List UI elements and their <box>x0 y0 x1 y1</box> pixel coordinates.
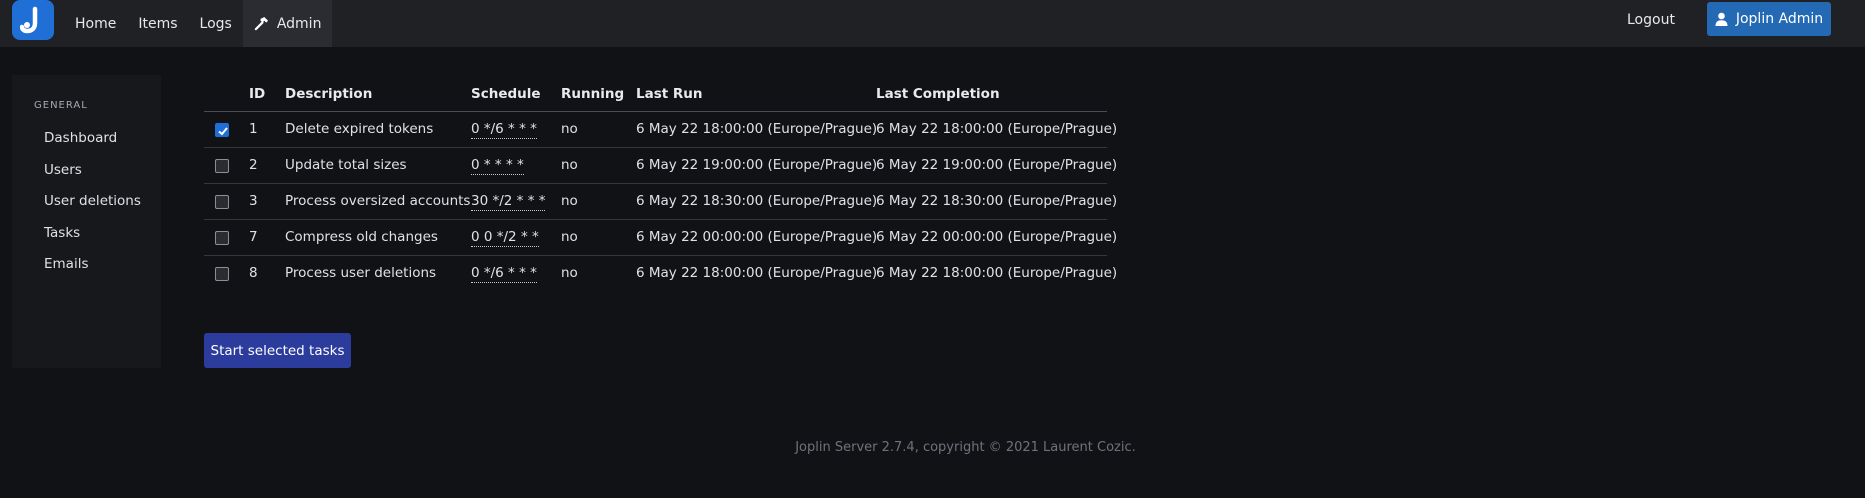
task-running: no <box>561 229 578 245</box>
nav-items-label: Items <box>138 15 178 32</box>
row-checkbox[interactable] <box>215 267 229 281</box>
task-description: Delete expired tokens <box>285 121 434 137</box>
user-profile-button[interactable]: Joplin Admin <box>1707 2 1831 36</box>
nav-home[interactable]: Home <box>64 0 127 47</box>
task-description: Process user deletions <box>285 265 437 281</box>
task-last-run: 6 May 22 19:00:00 (Europe/Prague) <box>636 157 878 173</box>
task-description: Compress old changes <box>285 229 438 245</box>
nav-logs-label: Logs <box>199 15 232 32</box>
task-id: 3 <box>249 193 258 209</box>
table-row: 7 Compress old changes 0 0 */2 * * no 6 … <box>204 220 1117 256</box>
task-last-completion: 6 May 22 19:00:00 (Europe/Prague) <box>876 157 1118 173</box>
task-last-run: 6 May 22 00:00:00 (Europe/Prague) <box>636 229 878 245</box>
task-last-run: 6 May 22 18:30:00 (Europe/Prague) <box>636 193 878 209</box>
task-id: 7 <box>249 229 258 245</box>
task-last-completion: 6 May 22 18:00:00 (Europe/Prague) <box>876 265 1118 281</box>
column-header-last-run: Last Run <box>636 86 703 102</box>
row-checkbox[interactable] <box>215 195 229 209</box>
top-navbar: Home Items Logs Admin Logout Joplin Admi… <box>0 0 1865 47</box>
hammer-icon <box>254 16 269 31</box>
task-running: no <box>561 157 578 173</box>
task-description: Process oversized accounts <box>285 193 471 209</box>
column-header-id: ID <box>249 86 266 102</box>
nav-admin-label: Admin <box>276 15 322 32</box>
nav-logs[interactable]: Logs <box>189 0 243 47</box>
admin-sidebar: GENERAL Dashboard Users User deletions T… <box>12 75 161 368</box>
task-id: 8 <box>249 265 258 281</box>
task-id: 2 <box>249 157 258 173</box>
row-checkbox[interactable] <box>215 231 229 245</box>
task-running: no <box>561 265 578 281</box>
task-schedule[interactable]: 30 */2 * * * <box>471 193 546 211</box>
nav-items[interactable]: Items <box>127 0 188 47</box>
task-schedule[interactable]: 0 * * * * <box>471 157 524 175</box>
task-running: no <box>561 193 578 209</box>
row-checkbox[interactable] <box>215 123 229 137</box>
nav-home-label: Home <box>75 15 117 32</box>
task-last-run: 6 May 22 18:00:00 (Europe/Prague) <box>636 121 878 137</box>
logout-link[interactable]: Logout <box>1627 0 1675 39</box>
nav-admin[interactable]: Admin <box>242 0 333 47</box>
task-last-completion: 6 May 22 18:00:00 (Europe/Prague) <box>876 121 1118 137</box>
column-header-running: Running <box>561 86 625 102</box>
user-icon <box>1715 12 1728 26</box>
start-selected-tasks-button[interactable]: Start selected tasks <box>204 333 351 368</box>
sidebar-item-users[interactable]: Users <box>44 162 82 178</box>
sidebar-item-user-deletions[interactable]: User deletions <box>44 193 141 209</box>
sidebar-item-dashboard[interactable]: Dashboard <box>44 130 117 146</box>
task-id: 1 <box>249 121 258 137</box>
table-row: 3 Process oversized accounts 30 */2 * * … <box>204 184 1117 220</box>
task-schedule[interactable]: 0 */6 * * * <box>471 265 537 283</box>
column-header-description: Description <box>285 86 373 102</box>
task-last-completion: 6 May 22 00:00:00 (Europe/Prague) <box>876 229 1118 245</box>
joplin-logo-icon[interactable] <box>12 0 54 40</box>
task-running: no <box>561 121 578 137</box>
sidebar-item-emails[interactable]: Emails <box>44 256 89 272</box>
task-last-completion: 6 May 22 18:30:00 (Europe/Prague) <box>876 193 1118 209</box>
task-schedule[interactable]: 0 0 */2 * * <box>471 229 539 247</box>
table-row: 8 Process user deletions 0 */6 * * * no … <box>204 256 1117 292</box>
column-header-last-completion: Last Completion <box>876 86 1000 102</box>
user-profile-label: Joplin Admin <box>1735 11 1824 27</box>
table-row: 1 Delete expired tokens 0 */6 * * * no 6… <box>204 112 1117 148</box>
task-schedule[interactable]: 0 */6 * * * <box>471 121 537 139</box>
footer-copyright: Joplin Server 2.7.4, copyright © 2021 La… <box>795 440 1136 455</box>
row-checkbox[interactable] <box>215 159 229 173</box>
column-header-schedule: Schedule <box>471 86 541 102</box>
table-row: 2 Update total sizes 0 * * * * no 6 May … <box>204 148 1117 184</box>
sidebar-item-tasks[interactable]: Tasks <box>44 225 80 241</box>
task-last-run: 6 May 22 18:00:00 (Europe/Prague) <box>636 265 878 281</box>
sidebar-heading: GENERAL <box>34 100 88 111</box>
task-description: Update total sizes <box>285 157 407 173</box>
